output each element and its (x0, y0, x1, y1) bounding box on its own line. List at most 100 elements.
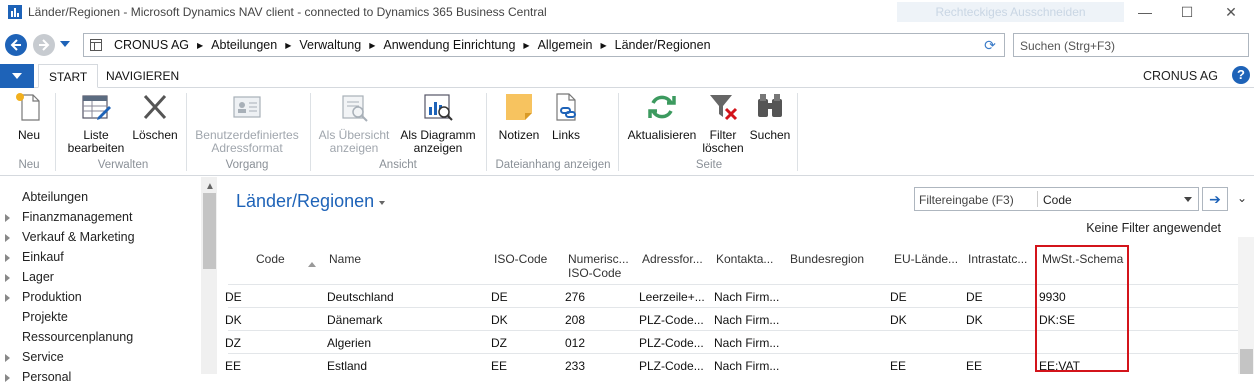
clear-filter-button[interactable]: Filter löschen (702, 91, 744, 155)
divider (310, 93, 311, 171)
close-button[interactable]: ✕ (1218, 3, 1244, 21)
links-button[interactable]: Links (548, 91, 584, 142)
chevron-right-icon: ▶ (523, 40, 530, 50)
expand-arrow-icon[interactable] (5, 214, 10, 222)
divider (1037, 191, 1038, 207)
back-button[interactable] (5, 34, 27, 56)
nav-item-warehouse[interactable]: Lager (22, 270, 54, 284)
apply-filter-arrow-icon[interactable]: ➔ (1202, 187, 1228, 211)
expand-arrow-icon[interactable] (5, 354, 10, 362)
sticky-note-icon (503, 91, 535, 123)
nav-item-departments[interactable]: Abteilungen (22, 190, 88, 204)
cell-iso: EE (491, 359, 508, 373)
cell-name: Deutschland (327, 290, 394, 304)
nav-item-purchasing[interactable]: Einkauf (22, 250, 64, 264)
search-input[interactable]: Suchen (Strg+F3) (1013, 33, 1249, 57)
expand-arrow-icon[interactable] (5, 254, 10, 262)
find-button[interactable]: Suchen (748, 91, 792, 142)
cell-address-format: PLZ-Code... (639, 336, 704, 350)
links-label: Links (551, 128, 580, 142)
edit-list-button[interactable]: Liste bearbeiten (64, 91, 128, 155)
list-scrollbar-thumb[interactable] (1240, 349, 1253, 374)
clear-filter-label: Filter löschen (702, 128, 744, 155)
group-label-page: Seite (695, 159, 723, 171)
tab-start[interactable]: START (38, 64, 99, 88)
col-header-name[interactable]: Name (329, 252, 361, 266)
expand-arrow-icon[interactable] (5, 374, 10, 382)
chevron-down-icon[interactable] (1184, 197, 1192, 202)
col-header-contact-format[interactable]: Kontakta... (716, 252, 773, 266)
col-header-intrastat[interactable]: Intrastatc... (968, 252, 1027, 266)
refresh-icon[interactable]: ⟳ (982, 37, 998, 53)
breadcrumb[interactable]: CRONUS AG ▶ Abteilungen ▶ Verwaltung ▶ Anwe… (83, 33, 1005, 57)
breadcrumb-item[interactable]: Abteilungen (211, 38, 277, 52)
breadcrumb-item[interactable]: Anwendung Einrichtung (383, 38, 515, 52)
history-dropdown-icon[interactable] (60, 41, 70, 47)
col-header-eu-country[interactable]: EU-Lände... (894, 252, 958, 266)
col-header-address-format[interactable]: Adressfor... (642, 252, 703, 266)
arrow-left-icon (10, 39, 21, 51)
tab-navigate[interactable]: NAVIGIEREN (96, 64, 189, 88)
vat-column-highlight-box (1035, 245, 1129, 372)
cell-intrastat: DE (966, 290, 983, 304)
title-bar: Länder/Regionen - Microsoft Dynamics NAV… (0, 0, 1254, 26)
nav-item-service[interactable]: Service (22, 350, 64, 364)
col-header-code[interactable]: Code (256, 252, 285, 266)
new-label: Neu (17, 128, 40, 142)
divider (797, 93, 798, 171)
divider (618, 93, 619, 171)
chart-icon (422, 91, 454, 123)
refresh-button[interactable]: Aktualisieren (626, 91, 698, 142)
as-overview-label: Als Übersicht anzeigen (318, 128, 390, 155)
cell-code: DK (225, 313, 242, 327)
sort-ascending-icon (308, 262, 316, 267)
new-button[interactable]: Neu (12, 91, 46, 142)
view-as-overview-button[interactable]: Als Übersicht anzeigen (318, 91, 390, 155)
cell-code: DZ (225, 336, 241, 350)
custom-address-format-button[interactable]: Benutzerdefiniertes Adressformat (192, 91, 302, 155)
filter-field-select[interactable]: Code (1043, 193, 1072, 207)
col-header-iso[interactable]: ISO-Code (494, 252, 547, 266)
page-actions-dropdown-icon[interactable] (379, 201, 385, 205)
expand-arrow-icon[interactable] (5, 234, 10, 242)
binoculars-icon (754, 91, 786, 123)
expand-arrow-icon[interactable] (5, 294, 10, 302)
breadcrumb-item[interactable]: Länder/Regionen (615, 38, 711, 52)
forward-button[interactable] (33, 34, 55, 56)
nav-item-manufacturing[interactable]: Produktion (22, 290, 82, 304)
breadcrumb-item[interactable]: Verwaltung (299, 38, 361, 52)
notes-button[interactable]: Notizen (494, 91, 544, 142)
nav-item-resource-planning[interactable]: Ressourcenplanung (22, 330, 133, 344)
app-menu-button[interactable] (0, 64, 34, 88)
divider (55, 93, 56, 171)
expand-arrow-icon[interactable] (5, 274, 10, 282)
cell-numeric-iso: 208 (565, 313, 586, 327)
view-as-chart-button[interactable]: Als Diagramm anzeigen (398, 91, 478, 155)
breadcrumb-item[interactable]: CRONUS AG (114, 38, 189, 52)
minimize-button[interactable]: — (1132, 3, 1158, 21)
cell-numeric-iso: 276 (565, 290, 586, 304)
cell-iso: DK (491, 313, 508, 327)
nav-item-jobs[interactable]: Projekte (22, 310, 68, 324)
overview-icon (338, 91, 370, 123)
breadcrumb-item[interactable]: Allgemein (538, 38, 593, 52)
nav-item-finance[interactable]: Finanzmanagement (22, 210, 132, 224)
chevron-right-icon: ▶ (197, 40, 204, 50)
filter-status: Keine Filter angewendet (1086, 221, 1221, 235)
chevron-right-icon: ▶ (369, 40, 376, 50)
cell-address-format: PLZ-Code... (639, 359, 704, 373)
col-header-numeric-iso[interactable]: Numerisc... ISO-Code (568, 252, 629, 280)
col-header-state[interactable]: Bundesregion (790, 252, 864, 266)
nav-scrollbar-thumb[interactable] (203, 193, 216, 269)
maximize-button[interactable]: ☐ (1174, 3, 1200, 21)
nav-item-hr[interactable]: Personal (22, 370, 71, 384)
collapse-chevron-icon[interactable]: ⌄ (1237, 191, 1247, 205)
delete-button[interactable]: Löschen (132, 91, 178, 142)
group-label-view: Ansicht (379, 159, 417, 171)
cell-intrastat: EE (966, 359, 983, 373)
scroll-up-icon[interactable]: ▲ (205, 181, 215, 192)
filter-input[interactable]: Filtereingabe (F3) Code (914, 187, 1199, 211)
nav-item-sales-marketing[interactable]: Verkauf & Marketing (22, 230, 135, 244)
help-icon[interactable]: ? (1232, 66, 1250, 84)
group-label-attachments: Dateianhang anzeigen (495, 159, 611, 171)
